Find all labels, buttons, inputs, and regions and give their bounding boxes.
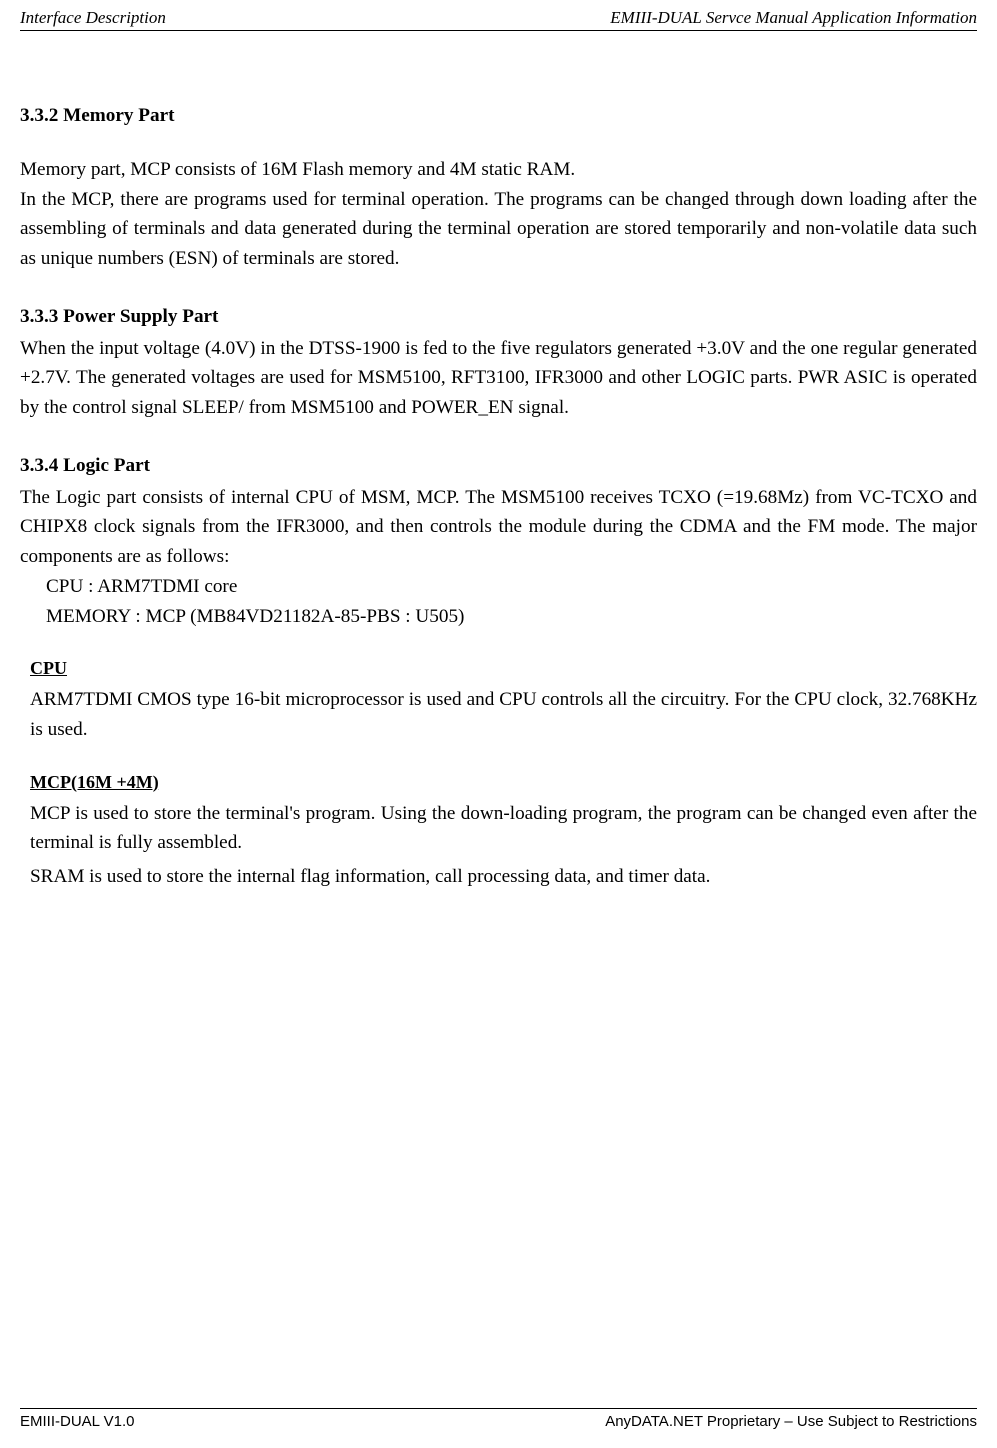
- subsection-heading-cpu: CPU: [20, 655, 977, 683]
- cpu-body: ARM7TDMI CMOS type 16-bit microprocessor…: [20, 685, 977, 745]
- section-heading-power: 3.3.3 Power Supply Part: [20, 302, 977, 332]
- section-heading-memory: 3.3.2 Memory Part: [20, 101, 977, 131]
- mcp-body-1: MCP is used to store the terminal's prog…: [20, 799, 977, 859]
- section-heading-logic: 3.3.4 Logic Part: [20, 451, 977, 481]
- footer-right: AnyDATA.NET Proprietary – Use Subject to…: [605, 1413, 977, 1430]
- logic-p1: The Logic part consists of internal CPU …: [20, 483, 977, 572]
- mcp-body-2: SRAM is used to store the internal flag …: [20, 862, 977, 892]
- page-footer: EMIII-DUAL V1.0 AnyDATA.NET Proprietary …: [20, 1408, 977, 1430]
- document-body: 3.3.2 Memory Part Memory part, MCP consi…: [20, 31, 977, 892]
- memory-p1: Memory part, MCP consists of 16M Flash m…: [20, 155, 977, 185]
- power-p1: When the input voltage (4.0V) in the DTS…: [20, 334, 977, 423]
- logic-item-cpu: CPU : ARM7TDMI core: [20, 572, 977, 602]
- header-right: EMIII-DUAL Servce Manual Application Inf…: [610, 8, 977, 28]
- header-left: Interface Description: [20, 8, 166, 28]
- footer-left: EMIII-DUAL V1.0: [20, 1413, 134, 1430]
- memory-p2: In the MCP, there are programs used for …: [20, 185, 977, 274]
- page-header: Interface Description EMIII-DUAL Servce …: [20, 0, 977, 31]
- subsection-heading-mcp: MCP(16M +4M): [20, 769, 977, 797]
- logic-item-memory: MEMORY : MCP (MB84VD21182A-85-PBS : U505…: [20, 602, 977, 632]
